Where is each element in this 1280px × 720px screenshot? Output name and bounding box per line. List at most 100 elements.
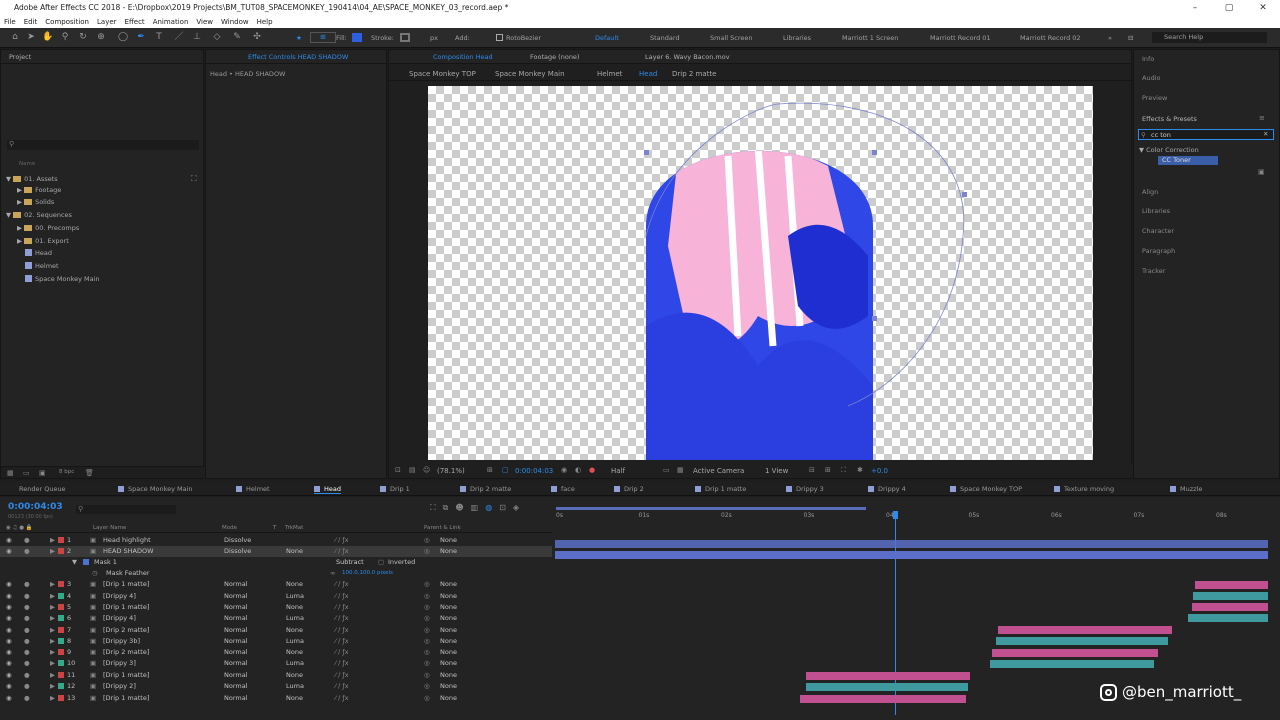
breadcrumb-helmet[interactable]: Helmet: [597, 70, 622, 78]
mask-row[interactable]: ▼ Mask 1 Subtract ▢ Inverted: [0, 557, 552, 568]
motion-blur-icon[interactable]: ◍: [485, 503, 492, 513]
toggle-mask-icon[interactable]: ▢: [502, 466, 509, 474]
label-color-swatch[interactable]: [58, 548, 64, 554]
workspace-small-screen[interactable]: Small Screen: [710, 34, 752, 42]
mask-name[interactable]: Mask 1: [94, 557, 117, 568]
pick-whip-icon[interactable]: ◎: [424, 647, 430, 658]
grid-icon[interactable]: ⊞: [487, 466, 493, 474]
link-icon[interactable]: ∞: [330, 568, 335, 579]
timeline-tab-1[interactable]: Space Monkey Main: [118, 485, 193, 493]
solo-icon[interactable]: ●: [24, 647, 30, 658]
workspace-marriott-rec-02[interactable]: Marriott Record 02: [1020, 34, 1081, 42]
eye-icon[interactable]: ◉: [6, 546, 12, 557]
clone-tool-icon[interactable]: ⊥: [192, 32, 202, 42]
project-search-input[interactable]: ⚲: [7, 140, 199, 150]
comp-flowchart-icon[interactable]: ⛶: [430, 503, 436, 513]
expand-chevron-icon[interactable]: ▶: [50, 591, 55, 602]
layer-switch-icons[interactable]: ⁄ ∕ ƒx: [335, 681, 349, 692]
trash-icon[interactable]: 🗑: [85, 469, 94, 477]
comp-viewer-canvas[interactable]: [428, 86, 1093, 460]
trkmat-dropdown[interactable]: Luma: [286, 681, 304, 692]
eye-icon[interactable]: ◉: [6, 636, 12, 647]
label-color-swatch[interactable]: [58, 638, 64, 644]
overflow-chevron-icon[interactable]: »: [1108, 34, 1112, 42]
layer-name[interactable]: [Drip 1 matte]: [103, 693, 149, 704]
menu-layer[interactable]: Layer: [97, 16, 117, 28]
pen-tool-icon[interactable]: ✒: [136, 32, 146, 42]
exposure-value[interactable]: +0.0: [871, 467, 888, 475]
parent-dropdown[interactable]: None: [440, 681, 457, 692]
layer-row[interactable]: ◉ ● ▶ 12 ▣ [Drippy 2] Normal Luma ⁄ ∕ ƒx ◎ None: [0, 681, 552, 692]
eye-icon[interactable]: ◉: [6, 658, 12, 669]
expand-chevron-icon[interactable]: ▶: [50, 602, 55, 613]
expand-chevron-icon[interactable]: ▶: [50, 546, 55, 557]
track-bar-1[interactable]: [555, 540, 1268, 548]
pick-whip-icon[interactable]: ◎: [424, 535, 430, 546]
label-color-swatch[interactable]: [58, 593, 64, 599]
pick-whip-icon[interactable]: ◎: [424, 602, 430, 613]
label-color-swatch[interactable]: [58, 660, 64, 666]
breadcrumb-drip-2-matte[interactable]: Drip 2 matte: [672, 70, 716, 78]
trkmat-dropdown[interactable]: None: [286, 693, 303, 704]
col-mode[interactable]: Mode: [222, 525, 237, 531]
expand-chevron-icon[interactable]: ▶: [50, 681, 55, 692]
layer-switch-icons[interactable]: ⁄ ∕ ƒx: [335, 602, 349, 613]
layer-switch-icons[interactable]: ⁄ ∕ ƒx: [335, 658, 349, 669]
composition-tab[interactable]: Composition Head: [433, 50, 493, 64]
trkmat-dropdown[interactable]: Luma: [286, 636, 304, 647]
track-bar[interactable]: [806, 672, 970, 680]
shy-icon[interactable]: ☻: [455, 503, 463, 513]
layer-switch-icons[interactable]: ⁄ ∕ ƒx: [335, 636, 349, 647]
project-item-space-monkey-main[interactable]: Space Monkey Main: [25, 275, 100, 283]
shape-tool-icon[interactable]: ◯: [118, 32, 128, 42]
type-tool-icon[interactable]: T: [154, 32, 164, 42]
layer-mode-dropdown[interactable]: Normal: [224, 579, 248, 590]
expand-chevron-icon[interactable]: ▶: [50, 670, 55, 681]
pick-whip-icon[interactable]: ◎: [424, 636, 430, 647]
track-bar[interactable]: [992, 649, 1158, 657]
roto-tool-icon[interactable]: ✎: [232, 32, 242, 42]
parent-dropdown[interactable]: None: [440, 636, 457, 647]
puppet-tool-icon[interactable]: ✣: [252, 32, 262, 42]
project-item-footage[interactable]: ▶ Footage: [17, 186, 61, 194]
timeline-tab-5[interactable]: Drip 2 matte: [460, 485, 511, 493]
layer-switch-icons[interactable]: ⁄ ∕ ƒx: [335, 625, 349, 636]
expand-chevron-icon[interactable]: ▼: [72, 557, 77, 568]
workspace-marriott-1[interactable]: Marriott 1 Screen: [842, 34, 898, 42]
panel-info[interactable]: Info: [1142, 55, 1154, 63]
parent-dropdown[interactable]: None: [440, 693, 457, 704]
parent-dropdown[interactable]: None: [440, 602, 457, 613]
effect-controls-header[interactable]: Effect Controls HEAD SHADOW: [206, 50, 386, 64]
expand-chevron-icon[interactable]: ▶: [50, 625, 55, 636]
effects-search-input[interactable]: ⚲ cc ton ✕: [1138, 129, 1274, 140]
parent-dropdown[interactable]: None: [440, 647, 457, 658]
menu-edit[interactable]: Edit: [24, 16, 38, 28]
interpret-footage-icon[interactable]: ▦: [7, 469, 14, 477]
layer-name[interactable]: HEAD SHADOW: [103, 546, 154, 557]
reset-exposure-icon[interactable]: ✱: [857, 466, 863, 474]
expand-chevron-icon[interactable]: ▶: [50, 693, 55, 704]
project-item-export[interactable]: ▶ 01. Export: [17, 237, 69, 245]
track-bar[interactable]: [1188, 614, 1268, 622]
eye-icon[interactable]: ◉: [6, 602, 12, 613]
timeline-tab-3[interactable]: Head: [314, 485, 341, 494]
eye-icon[interactable]: ◉: [6, 670, 12, 681]
effect-category[interactable]: ▼ Color Correction: [1139, 146, 1199, 154]
layer-switch-icons[interactable]: ⁄ ∕ ƒx: [335, 647, 349, 658]
eye-icon[interactable]: ◉: [6, 535, 12, 546]
layer-mode-dropdown[interactable]: Normal: [224, 647, 248, 658]
time-ruler[interactable]: 0s 01s 02s 03s 04s 05s 06s 07s 08s: [556, 512, 1268, 524]
new-folder-icon[interactable]: ▭: [23, 469, 30, 477]
close-icon[interactable]: ✕: [1246, 0, 1280, 16]
layer-switch-icons[interactable]: ⁄ ∕ ƒx: [335, 546, 349, 557]
layer-mode-dropdown[interactable]: Normal: [224, 636, 248, 647]
label-color-swatch[interactable]: [58, 581, 64, 587]
layer-row[interactable]: ◉ ● ▶ 3 ▣ [Drip 1 matte] Normal None ⁄ ∕ ƒx ◎ None: [0, 579, 552, 590]
layer-mode-dropdown[interactable]: Normal: [224, 670, 248, 681]
parent-dropdown[interactable]: None: [440, 625, 457, 636]
track-bar[interactable]: [1192, 603, 1268, 611]
expand-chevron-icon[interactable]: ▶: [50, 535, 55, 546]
track-bar[interactable]: [990, 660, 1154, 668]
timeline-icon[interactable]: ⊞: [825, 466, 831, 474]
layer-mode-dropdown[interactable]: Normal: [224, 681, 248, 692]
